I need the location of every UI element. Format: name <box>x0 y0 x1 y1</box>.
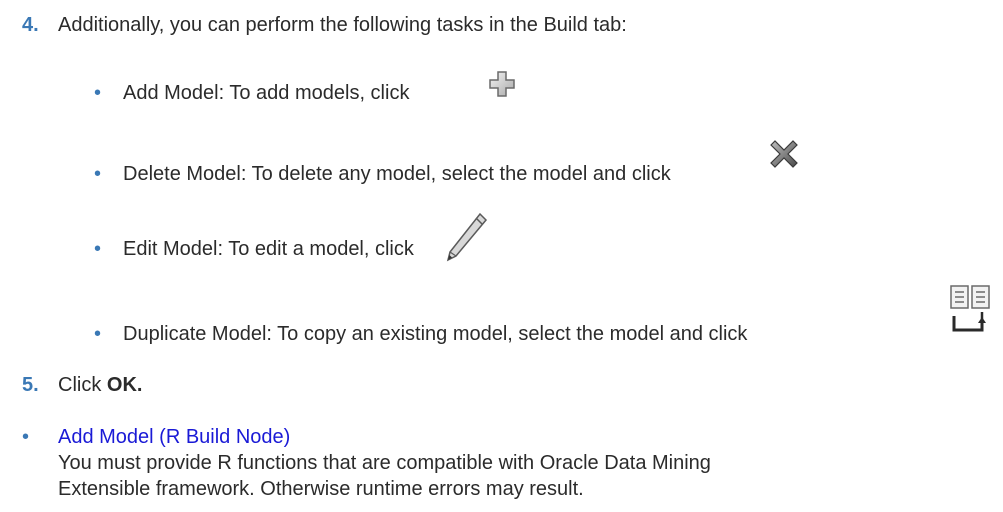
bullet: • <box>94 163 102 185</box>
related-link[interactable]: Add Model (R Build Node) <box>58 426 290 449</box>
related-description-line1: You must provide R functions that are co… <box>58 452 711 474</box>
subtask-text: Delete Model: To delete any model, selec… <box>123 163 671 185</box>
edit-pencil-icon[interactable] <box>444 210 488 270</box>
bullet: • <box>94 82 102 104</box>
subtask-text: Edit Model: To edit a model, click <box>123 238 414 260</box>
add-plus-icon[interactable] <box>488 70 516 104</box>
ok-label: OK. <box>106 374 143 396</box>
step-number: 4. <box>22 14 39 36</box>
delete-x-icon[interactable] <box>765 135 803 179</box>
step-text-prefix: Click <box>58 374 107 396</box>
subtask-text: Add Model: To add models, click <box>123 82 410 104</box>
related-description-line2: Extensible framework. Otherwise runtime … <box>58 478 584 500</box>
duplicate-model-icon[interactable] <box>948 282 992 350</box>
step-text: Click OK. <box>58 374 142 397</box>
bullet: • <box>22 426 30 448</box>
step-text: Additionally, you can perform the follow… <box>58 14 627 36</box>
bullet: • <box>94 238 102 260</box>
step-number: 5. <box>22 374 39 396</box>
bullet: • <box>94 323 102 345</box>
subtask-text: Duplicate Model: To copy an existing mod… <box>123 323 748 345</box>
